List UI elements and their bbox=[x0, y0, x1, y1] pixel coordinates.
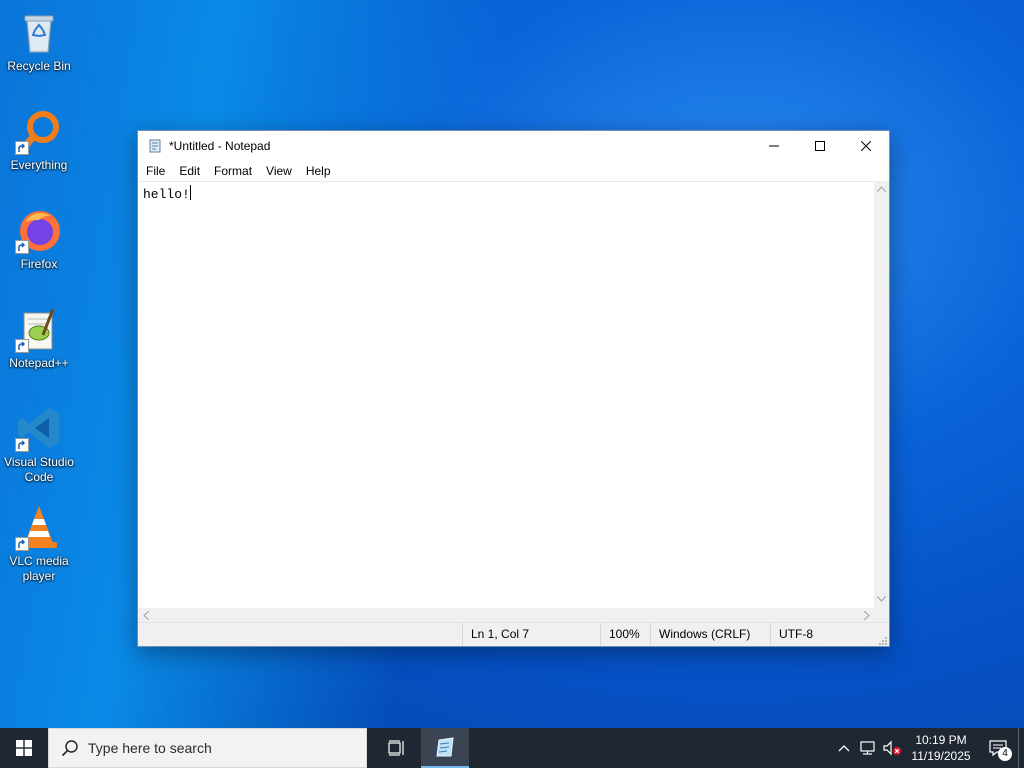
horizontal-scrollbar[interactable] bbox=[138, 608, 875, 623]
status-zoom: 100% bbox=[600, 623, 650, 646]
status-encoding: UTF-8 bbox=[770, 623, 874, 646]
notepad-icon bbox=[436, 737, 454, 757]
desktop-icon-label: Firefox bbox=[20, 257, 58, 271]
desktop-icon-firefox[interactable]: Firefox bbox=[0, 200, 78, 292]
network-button[interactable] bbox=[856, 728, 880, 768]
notification-badge: 4 bbox=[998, 747, 1012, 761]
desktop-icon-everything[interactable]: Everything bbox=[0, 101, 78, 193]
taskbar-notepad-button[interactable] bbox=[421, 728, 469, 768]
status-line-ending: Windows (CRLF) bbox=[650, 623, 770, 646]
taskbar: Type here to search 10:19 PM 11/19/2025 … bbox=[0, 728, 1024, 768]
shortcut-arrow-icon bbox=[15, 240, 29, 254]
close-icon bbox=[861, 141, 871, 151]
scroll-right-icon[interactable] bbox=[863, 610, 870, 622]
window-title: *Untitled - Notepad bbox=[169, 139, 271, 153]
scroll-down-icon[interactable] bbox=[876, 595, 887, 604]
shortcut-arrow-icon bbox=[15, 339, 29, 353]
taskbar-search-box[interactable]: Type here to search bbox=[48, 728, 367, 768]
volume-button[interactable] bbox=[880, 728, 904, 768]
menu-help[interactable]: Help bbox=[299, 161, 338, 181]
shortcut-arrow-icon bbox=[15, 141, 29, 155]
desktop-icon-notepad-plus-plus[interactable]: Notepad++ bbox=[0, 299, 78, 391]
volume-muted-icon bbox=[883, 740, 901, 756]
notepad-window[interactable]: *Untitled - Notepad File Edit Format Vie… bbox=[137, 130, 890, 647]
search-placeholder: Type here to search bbox=[88, 740, 212, 756]
everything-icon bbox=[15, 107, 63, 155]
title-bar[interactable]: *Untitled - Notepad bbox=[138, 131, 889, 161]
minimize-button[interactable] bbox=[751, 131, 797, 161]
vertical-scrollbar[interactable] bbox=[874, 181, 889, 608]
show-hidden-icons-button[interactable] bbox=[832, 728, 856, 768]
maximize-icon bbox=[815, 141, 825, 151]
vlc-cone-icon bbox=[15, 503, 63, 551]
text-caret bbox=[189, 185, 191, 200]
network-icon bbox=[860, 741, 875, 755]
status-cursor-position: Ln 1, Col 7 bbox=[462, 623, 600, 646]
menu-format[interactable]: Format bbox=[207, 161, 259, 181]
taskbar-clock[interactable]: 10:19 PM 11/19/2025 bbox=[904, 732, 978, 764]
scroll-up-icon[interactable] bbox=[876, 185, 887, 194]
recycle-bin-icon bbox=[15, 8, 63, 56]
editor-text[interactable]: hello! bbox=[143, 187, 190, 202]
desktop-icon-label: Notepad++ bbox=[9, 356, 69, 370]
chevron-up-icon bbox=[838, 745, 850, 752]
action-center-button[interactable]: 4 bbox=[978, 728, 1018, 768]
clock-time: 10:19 PM bbox=[915, 733, 967, 747]
windows-logo-icon bbox=[16, 740, 32, 756]
show-desktop-button[interactable] bbox=[1018, 728, 1024, 768]
resize-grip-icon[interactable] bbox=[877, 634, 887, 645]
task-view-icon bbox=[388, 740, 404, 756]
menu-bar: File Edit Format View Help bbox=[138, 161, 889, 181]
desktop-icon-label: Visual Studio Code bbox=[4, 455, 74, 484]
menu-file[interactable]: File bbox=[139, 161, 172, 181]
notepad-icon bbox=[147, 138, 163, 154]
text-editor-area[interactable]: hello! bbox=[138, 181, 875, 608]
scroll-left-icon[interactable] bbox=[143, 610, 150, 622]
desktop-icon-label: VLC media player bbox=[9, 554, 69, 583]
vscode-icon bbox=[15, 404, 63, 452]
desktop-icon-vlc[interactable]: VLC media player bbox=[0, 497, 78, 589]
scrollbar-corner bbox=[874, 608, 889, 623]
task-view-button[interactable] bbox=[373, 728, 421, 768]
shortcut-arrow-icon bbox=[15, 537, 29, 551]
search-icon bbox=[61, 740, 78, 757]
system-tray: 10:19 PM 11/19/2025 4 bbox=[832, 728, 1024, 768]
maximize-button[interactable] bbox=[797, 131, 843, 161]
menu-edit[interactable]: Edit bbox=[172, 161, 207, 181]
notepad-plus-plus-icon bbox=[15, 305, 63, 353]
status-bar: Ln 1, Col 7 100% Windows (CRLF) UTF-8 bbox=[138, 622, 889, 646]
clock-date: 11/19/2025 bbox=[911, 749, 971, 763]
desktop-icon-vscode[interactable]: Visual Studio Code bbox=[0, 398, 78, 490]
firefox-icon bbox=[15, 206, 63, 254]
menu-view[interactable]: View bbox=[259, 161, 299, 181]
desktop-icon-recycle-bin[interactable]: Recycle Bin bbox=[0, 2, 78, 94]
shortcut-arrow-icon bbox=[15, 438, 29, 452]
desktop-icon-label: Recycle Bin bbox=[7, 59, 71, 73]
desktop-icon-label: Everything bbox=[10, 158, 68, 172]
start-button[interactable] bbox=[0, 728, 48, 768]
minimize-icon bbox=[769, 145, 779, 147]
close-button[interactable] bbox=[843, 131, 889, 161]
